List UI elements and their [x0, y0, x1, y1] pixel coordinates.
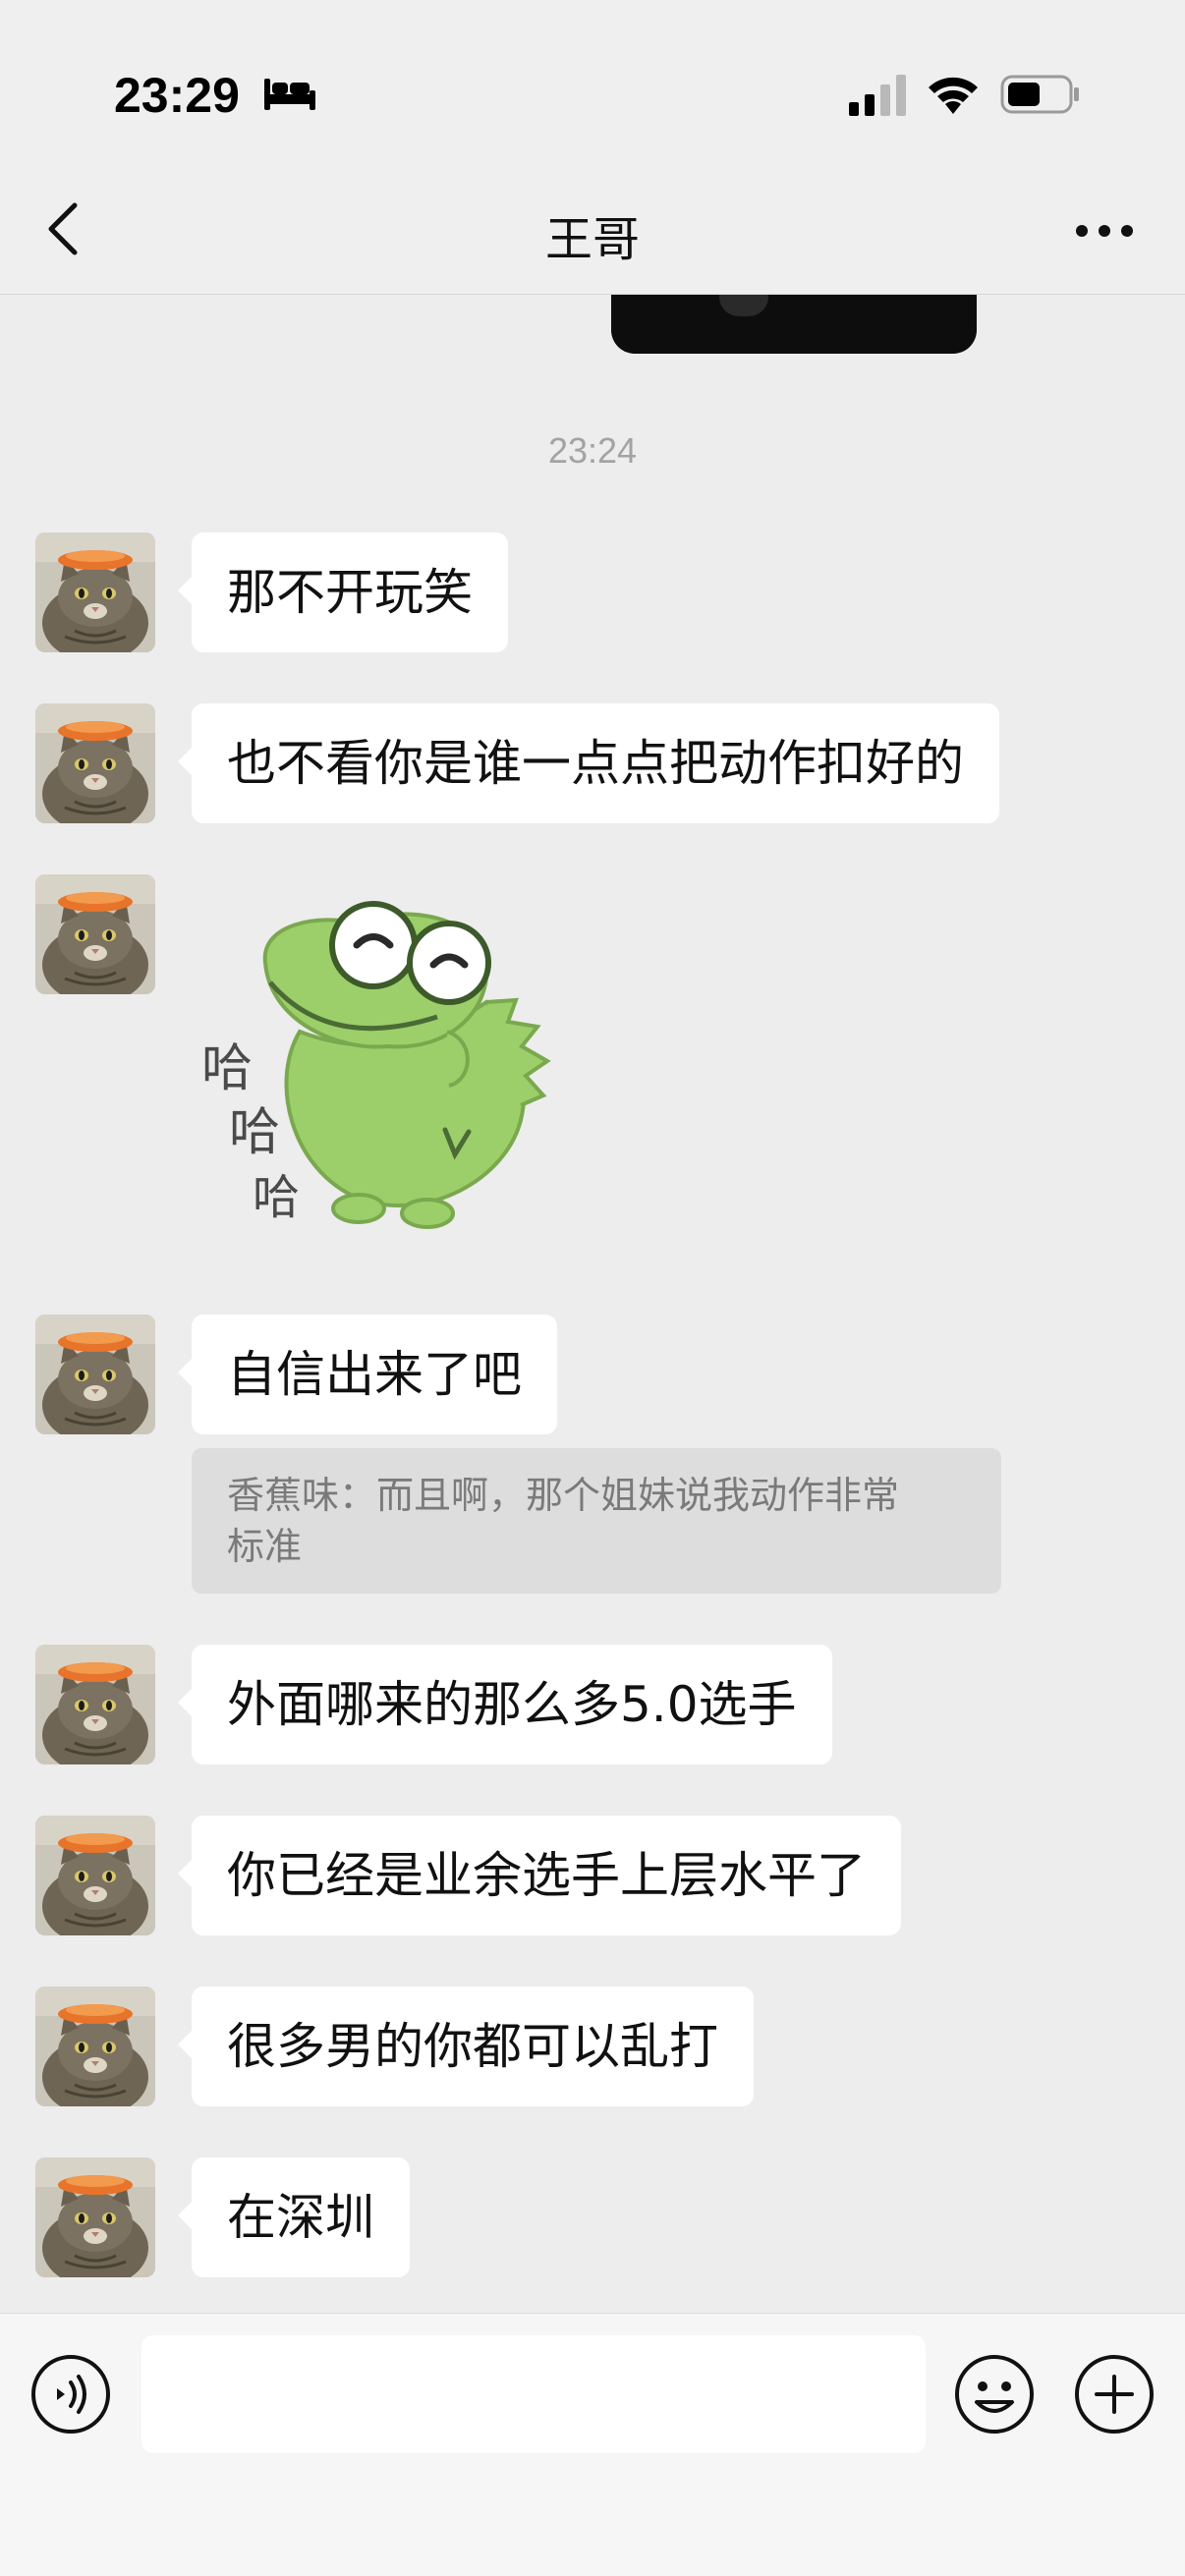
quote-line: 标准	[227, 1525, 303, 1568]
sticker-text: 哈	[229, 1103, 280, 1162]
message-bubble[interactable]: 也不看你是谁一点点把动作扣好的	[178, 703, 999, 823]
battery-icon	[1000, 75, 1079, 114]
emoji-icon[interactable]	[953, 2353, 1036, 2436]
message-bubble[interactable]: 很多男的你都可以乱打	[178, 1987, 754, 2106]
contact-avatar[interactable]	[35, 1315, 155, 1434]
chat-title: 王哥	[544, 212, 640, 267]
message-bubble[interactable]: 自信出来了吧	[178, 1315, 557, 1434]
message-timestamp: 23:24	[547, 430, 638, 471]
message-input[interactable]	[141, 2335, 926, 2453]
contact-avatar[interactable]	[35, 1987, 155, 2106]
message-bubble[interactable]: 外面哪来的那么多5.0选手	[178, 1645, 832, 1764]
contact-avatar[interactable]	[35, 1816, 155, 1935]
message-bubble[interactable]: 那不开玩笑	[178, 532, 508, 652]
quoted-message[interactable]: 香蕉味：而且啊，那个姐妹说我动作非常 标准	[192, 1448, 1001, 1594]
crocodile-laughing-sticker[interactable]: 哈 哈 哈	[192, 884, 575, 1258]
contact-avatar[interactable]	[35, 874, 155, 994]
input-bar	[0, 2313, 1185, 2576]
contact-avatar[interactable]	[35, 1645, 155, 1764]
message-bubble[interactable]: 你已经是业余选手上层水平了	[178, 1816, 901, 1935]
home-indicator	[393, 2543, 792, 2554]
cellular-signal-icon	[849, 75, 906, 116]
message-bubble[interactable]: 在深圳	[178, 2157, 410, 2277]
more-options-icon[interactable]	[1075, 224, 1134, 238]
top-bar: 23:29 王哥	[0, 0, 1185, 295]
sleep-focus-icon	[264, 79, 315, 110]
previous-image-message[interactable]	[611, 295, 977, 354]
contact-avatar[interactable]	[35, 2157, 155, 2277]
voice-input-icon[interactable]	[29, 2353, 112, 2436]
status-time: 23:29	[114, 68, 240, 123]
sticker-text: 哈	[201, 1039, 253, 1098]
more-actions-plus-icon[interactable]	[1073, 2353, 1156, 2436]
contact-avatar[interactable]	[35, 532, 155, 652]
wifi-icon	[929, 77, 978, 114]
sticker-text: 哈	[253, 1170, 300, 1225]
contact-avatar[interactable]	[35, 703, 155, 823]
quote-line: 香蕉味：而且啊，那个姐妹说我动作非常	[227, 1474, 900, 1517]
